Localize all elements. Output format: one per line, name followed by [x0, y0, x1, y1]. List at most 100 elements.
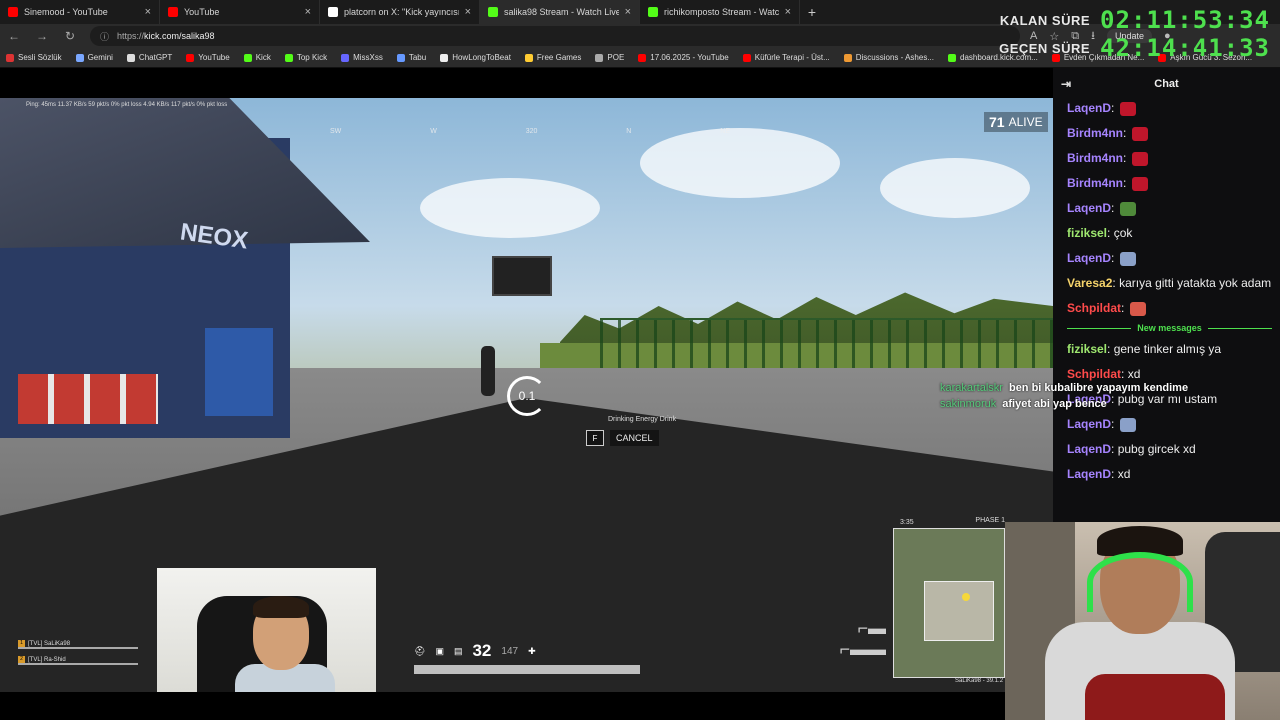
chat-message: LaqenD: pubg gircek xd [1067, 441, 1272, 457]
vest-icon: ▣ [435, 645, 444, 656]
close-tab-icon[interactable]: × [145, 6, 151, 18]
bookmark-label: MissXss [353, 53, 383, 62]
bookmark-label: Top Kick [296, 53, 328, 62]
chat-emote-icon [1131, 176, 1148, 191]
overlay-chat-user: karakartalskr [940, 382, 1003, 394]
bookmark-favicon [75, 53, 84, 62]
chat-message: Birdm4nn: [1067, 175, 1272, 191]
elapsed-time: 42:14:41:33 [1100, 34, 1270, 62]
bookmark-item[interactable]: ChatGPT [126, 53, 172, 62]
compass-mark: SW [330, 128, 342, 135]
bookmark-label: Free Games [536, 53, 582, 62]
chat-username[interactable]: LaqenD [1067, 251, 1111, 265]
browser-tab[interactable]: YouTube × [160, 0, 320, 24]
new-tab-icon[interactable]: + [800, 4, 824, 20]
ammo-reserve: 147 [501, 645, 519, 657]
close-tab-icon[interactable]: × [785, 6, 791, 18]
bookmark-favicon [186, 53, 195, 62]
elapsed-label: GEÇEN SÜRE [999, 40, 1091, 56]
chat-messages: LaqenD: Birdm4nn: Birdm4nn: Birdm4nn: La… [1053, 100, 1280, 482]
chat-colon: : [1111, 442, 1118, 456]
new-messages-label: New messages [1137, 323, 1202, 333]
chat-username[interactable]: LaqenD [1067, 201, 1111, 215]
bookmark-item[interactable]: MissXss [341, 53, 383, 62]
chat-username[interactable]: Schpildat [1067, 367, 1121, 381]
compass-mark: N [626, 128, 632, 135]
reload-icon[interactable]: ↻ [56, 29, 84, 43]
chat-username[interactable]: LaqenD [1067, 467, 1111, 481]
back-icon[interactable]: ← [0, 29, 28, 43]
remaining-label: KALAN SÜRE [999, 12, 1091, 28]
chat-colon: : [1123, 151, 1130, 165]
bookmark-item[interactable]: 17.06.2025 - YouTube [638, 53, 729, 62]
bookmark-favicon [524, 53, 533, 62]
team-list: 1 [TVL] SaLiKa98 2 [TVL] Ra-Shid [18, 640, 138, 672]
collapse-chat-icon[interactable]: ⇥ [1061, 77, 1071, 91]
bookmark-label: 17.06.2025 - YouTube [650, 53, 729, 62]
chat-username[interactable]: fiziksel [1067, 226, 1107, 240]
close-tab-icon[interactable]: × [465, 6, 471, 18]
chat-text: gene tinker almış ya [1113, 342, 1222, 356]
chat-username[interactable]: Birdm4nn [1067, 176, 1123, 190]
chat-username[interactable]: Birdm4nn [1067, 126, 1123, 140]
chat-message: Schpildat: xd [1067, 366, 1272, 382]
site-info-icon[interactable]: ⓘ [100, 30, 109, 43]
bookmark-item[interactable]: Tabu [396, 53, 426, 62]
chat-message: fiziksel: gene tinker almış ya [1067, 341, 1272, 357]
chat-username[interactable]: fiziksel [1067, 342, 1107, 356]
tab-title: richikomposto Stream - Watch Li [664, 7, 779, 17]
browser-tab[interactable]: platcorn on X: "Kick yayıncısı sak × [320, 0, 480, 24]
bookmark-item[interactable]: POE [595, 53, 624, 62]
overlay-chat-user: sakinmoruk [940, 398, 997, 410]
chat-username[interactable]: LaqenD [1067, 417, 1111, 431]
chat-username[interactable]: Birdm4nn [1067, 151, 1123, 165]
bookmark-item[interactable]: Discussions - Ashes... [843, 53, 934, 62]
bookmark-item[interactable]: Küfürle Terapi - Üst... [742, 53, 830, 62]
browser-tab[interactable]: salika98 Stream - Watch Live on K × [480, 0, 640, 24]
chat-text: xd [1127, 367, 1141, 381]
zone-timer: 3:35 [900, 519, 914, 526]
billboard [492, 256, 552, 296]
close-tab-icon[interactable]: × [625, 6, 631, 18]
bookmark-favicon [595, 53, 604, 62]
bookmark-item[interactable]: HowLongToBeat [440, 53, 511, 62]
player-controls-area [0, 692, 1005, 720]
bookmark-item[interactable]: Gemini [75, 53, 113, 62]
chat-username[interactable]: Varesa2 [1067, 276, 1112, 290]
chat-username[interactable]: LaqenD [1067, 101, 1111, 115]
health-bar [414, 665, 640, 674]
url-field[interactable]: ⓘ https://kick.com/salika98 [90, 26, 1020, 46]
streamer-webcam-right [1005, 522, 1280, 720]
bookmark-favicon [742, 53, 751, 62]
chat-colon: : [1123, 126, 1130, 140]
bookmark-item[interactable]: Sesli Sözlük [6, 53, 62, 62]
browser-tab[interactable]: richikomposto Stream - Watch Li × [640, 0, 800, 24]
bookmark-item[interactable]: Top Kick [284, 53, 328, 62]
compass-mark: NE [720, 128, 730, 135]
kick-icon [488, 7, 498, 17]
ammo-count: 32 [472, 641, 492, 660]
forward-icon[interactable]: → [28, 29, 56, 43]
chat-emote-icon [1119, 101, 1136, 116]
bookmark-label: Küfürle Terapi - Üst... [754, 53, 830, 62]
browser-tab[interactable]: Sinemood - YouTube × [0, 0, 160, 24]
stream-timer-overlay: KALAN SÜRE 02:11:53:34 GEÇEN SÜRE 42:14:… [999, 6, 1270, 62]
overlay-chat: karakartalskr ben bi kubalibre yapayım ke… [940, 382, 1240, 414]
close-tab-icon[interactable]: × [305, 6, 311, 18]
chat-username[interactable]: Schpildat [1067, 301, 1121, 315]
overlay-chat-text: afiyet abi yap bence [1002, 398, 1107, 410]
x-icon [328, 7, 338, 17]
bookmark-item[interactable]: YouTube [186, 53, 230, 62]
chat-colon: : [1107, 342, 1114, 356]
chat-emote-icon [1131, 126, 1148, 141]
teammate: 1 [TVL] SaLiKa98 [18, 640, 138, 649]
bookmark-favicon [440, 53, 449, 62]
chat-text: xd [1117, 467, 1131, 481]
bookmark-item[interactable]: Kick [243, 53, 271, 62]
bookmark-item[interactable]: Free Games [524, 53, 582, 62]
chat-emote-icon [1119, 201, 1136, 216]
bookmark-label: POE [607, 53, 625, 62]
chat-colon: : [1111, 467, 1118, 481]
chat-username[interactable]: LaqenD [1067, 442, 1111, 456]
chat-message: Birdm4nn: [1067, 150, 1272, 166]
